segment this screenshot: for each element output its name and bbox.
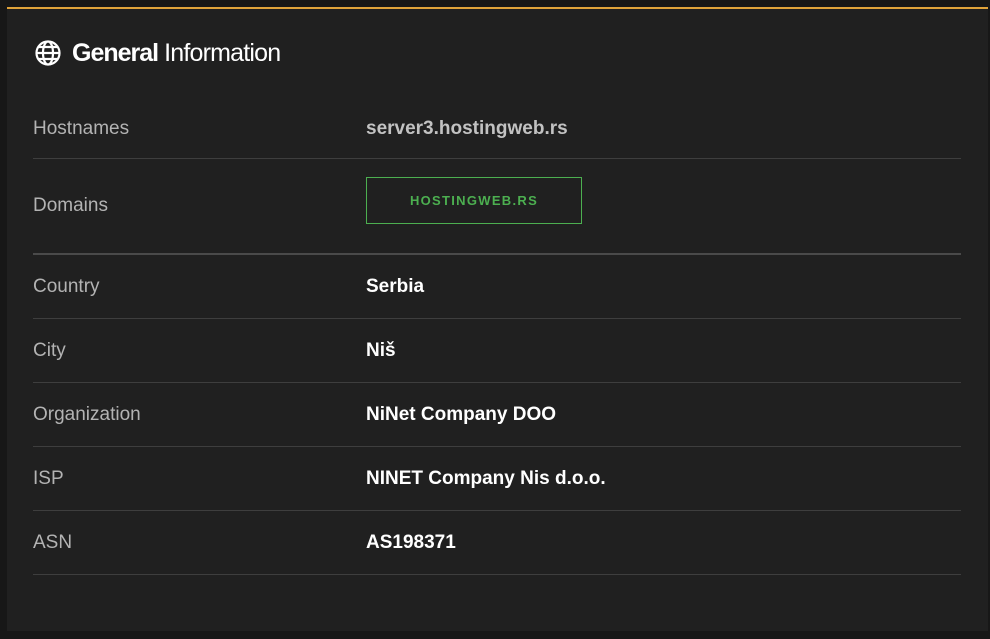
asn-value: AS198371 — [366, 531, 456, 553]
row-isp: ISP NINET Company Nis d.o.o. — [33, 447, 961, 511]
hostnames-label: Hostnames — [33, 117, 130, 139]
row-organization: Organization NiNet Company DOO — [33, 383, 961, 447]
row-city: City Niš — [33, 319, 961, 383]
general-information-card: General Information Hostnames server3.ho… — [7, 7, 988, 631]
organization-value: NiNet Company DOO — [366, 403, 557, 425]
globe-icon — [34, 39, 62, 67]
row-asn: ASN AS198371 — [33, 511, 961, 575]
organization-label: Organization — [33, 403, 141, 425]
city-label: City — [33, 339, 66, 361]
domain-badge-link[interactable]: HOSTINGWEB.RS — [366, 177, 582, 224]
hostnames-value: server3.hostingweb.rs — [366, 117, 568, 139]
country-value: Serbia — [366, 275, 425, 297]
asn-label: ASN — [33, 531, 73, 553]
isp-label: ISP — [33, 467, 64, 489]
domains-label: Domains — [33, 195, 108, 216]
page-title-strong: General — [72, 38, 159, 67]
row-hostnames: Hostnames server3.hostingweb.rs — [33, 99, 961, 159]
city-value: Niš — [366, 339, 396, 361]
info-table: Hostnames server3.hostingweb.rs Domains … — [33, 99, 961, 575]
country-label: Country — [33, 275, 100, 297]
row-country: Country Serbia — [33, 255, 961, 319]
domains-value: HOSTINGWEB.RS — [366, 177, 582, 224]
isp-value: NINET Company Nis d.o.o. — [366, 467, 606, 489]
page-title-light: Information — [164, 38, 281, 67]
row-domains: Domains HOSTINGWEB.RS — [33, 159, 961, 255]
card-header: General Information — [34, 35, 281, 71]
